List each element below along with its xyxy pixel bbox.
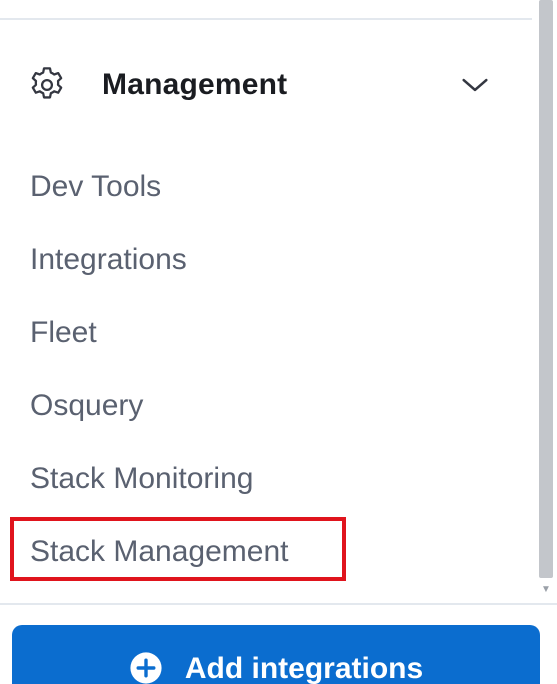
top-divider [0,18,532,20]
scroll-down-arrow-icon[interactable]: ▼ [539,584,553,596]
chevron-down-icon[interactable] [458,68,492,102]
gear-icon [26,64,68,106]
nav-item-fleet[interactable]: Fleet [0,296,532,369]
add-integrations-button[interactable]: Add integrations [12,625,540,684]
add-integrations-label: Add integrations [184,652,424,684]
scrollbar-thumb[interactable] [539,0,553,578]
scrollbar[interactable]: ▼ [535,0,557,604]
nav-item-stack-monitoring[interactable]: Stack Monitoring [0,442,532,515]
management-nav-list: Dev Tools Integrations Fleet Osquery Sta… [0,150,532,588]
nav-item-osquery[interactable]: Osquery [0,369,532,442]
bottom-divider [0,603,557,605]
navigation-panel: ▼ Management Dev Tools Integrations Flee… [0,0,557,684]
nav-item-integrations[interactable]: Integrations [0,223,532,296]
nav-item-stack-management[interactable]: Stack Management [0,515,532,588]
management-section-header[interactable]: Management [26,60,496,110]
nav-item-dev-tools[interactable]: Dev Tools [0,150,532,223]
plus-circle-icon [129,651,163,684]
section-title: Management [102,68,288,101]
